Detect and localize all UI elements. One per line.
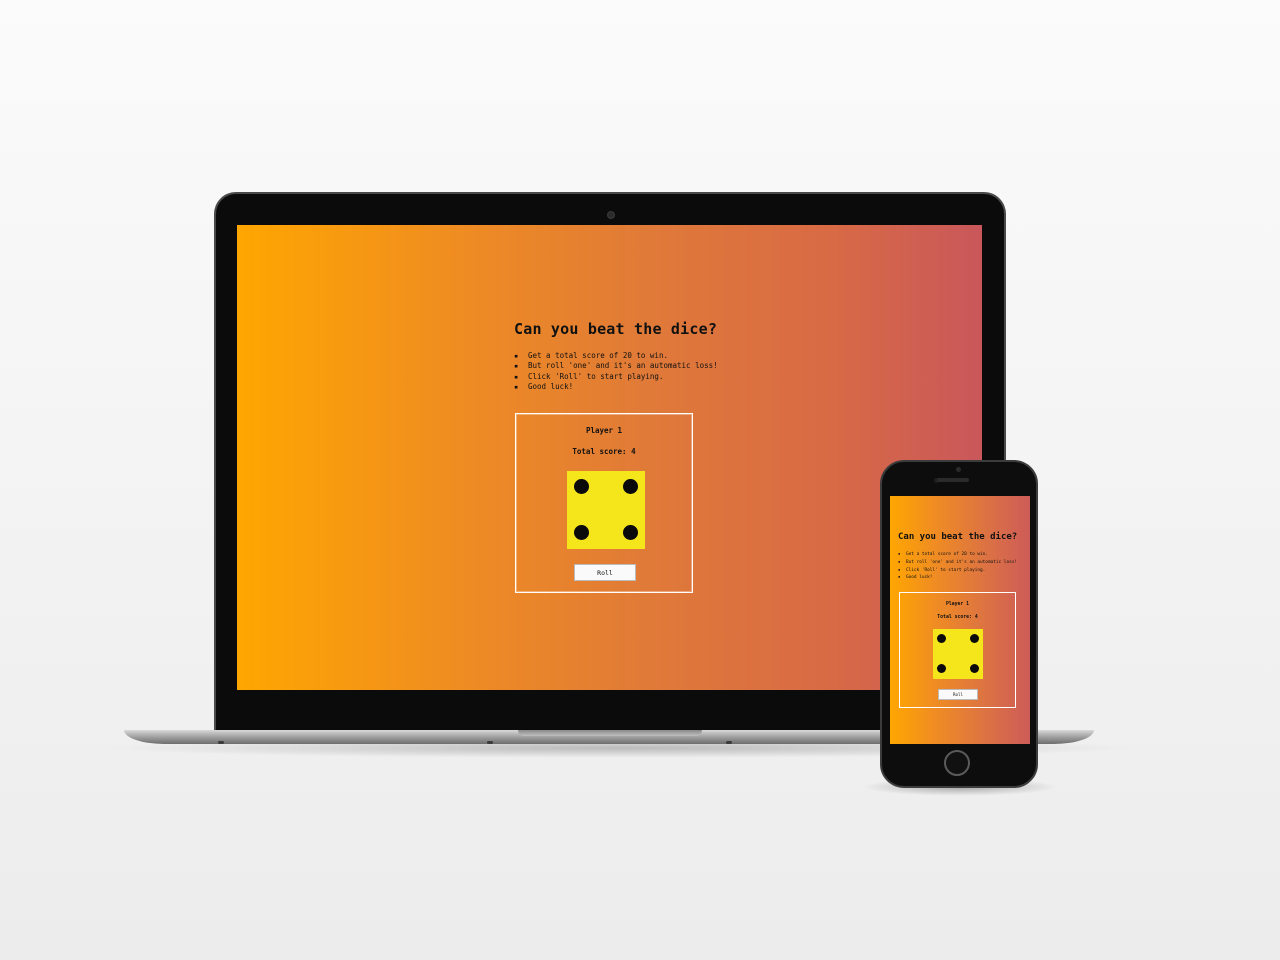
phone-screen: Can you beat the dice? Get a total score… — [890, 496, 1030, 744]
dice-pip — [937, 634, 946, 643]
game-panel: Player 1 Total score: 4 Roll — [515, 413, 693, 593]
dice-pip — [623, 525, 638, 540]
player-label: Player 1 — [945, 602, 970, 607]
page-title: Can you beat the dice? — [898, 532, 1018, 542]
player-label: Player 1 — [585, 426, 623, 435]
laptop-hinge-notch — [518, 730, 702, 736]
dice-face-four — [933, 629, 983, 679]
total-score: Total score: 4 — [572, 447, 636, 456]
page-title: Can you beat the dice? — [514, 320, 718, 338]
laptop-camera — [607, 211, 615, 219]
rule-item: Get a total score of 20 to win. — [898, 551, 1017, 559]
game-panel: Player 1 Total score: 4 Roll — [899, 592, 1016, 708]
phone-front-sensor — [956, 467, 961, 472]
dice-face-four — [567, 471, 645, 549]
roll-button[interactable]: Roll — [574, 564, 636, 581]
dice-pip — [623, 479, 638, 494]
rule-item: Get a total score of 20 to win. — [514, 351, 718, 361]
dice-pip — [970, 664, 979, 673]
laptop-foot — [726, 741, 732, 744]
dice-pip — [970, 634, 979, 643]
rule-item: But roll 'one' and it's an automatic los… — [514, 361, 718, 371]
laptop-foot — [487, 741, 493, 744]
dice-pip — [937, 664, 946, 673]
rule-item: Click 'Roll' to start playing. — [898, 567, 1017, 575]
rule-item: Good luck! — [898, 574, 1017, 582]
roll-button[interactable]: Roll — [938, 689, 978, 700]
laptop-foot — [218, 741, 224, 744]
dice-pip — [574, 479, 589, 494]
rules-list: Get a total score of 20 to win. But roll… — [514, 351, 718, 392]
rule-item: But roll 'one' and it's an automatic los… — [898, 559, 1017, 567]
rule-item: Click 'Roll' to start playing. — [514, 372, 718, 382]
laptop-screen: Can you beat the dice? Get a total score… — [237, 225, 982, 690]
phone-home-button[interactable] — [944, 750, 970, 776]
rule-item: Good luck! — [514, 382, 718, 392]
dice-pip — [574, 525, 589, 540]
phone-speaker — [937, 478, 969, 482]
total-score: Total score: 4 — [937, 615, 978, 620]
rules-list: Get a total score of 20 to win. But roll… — [898, 551, 1017, 582]
